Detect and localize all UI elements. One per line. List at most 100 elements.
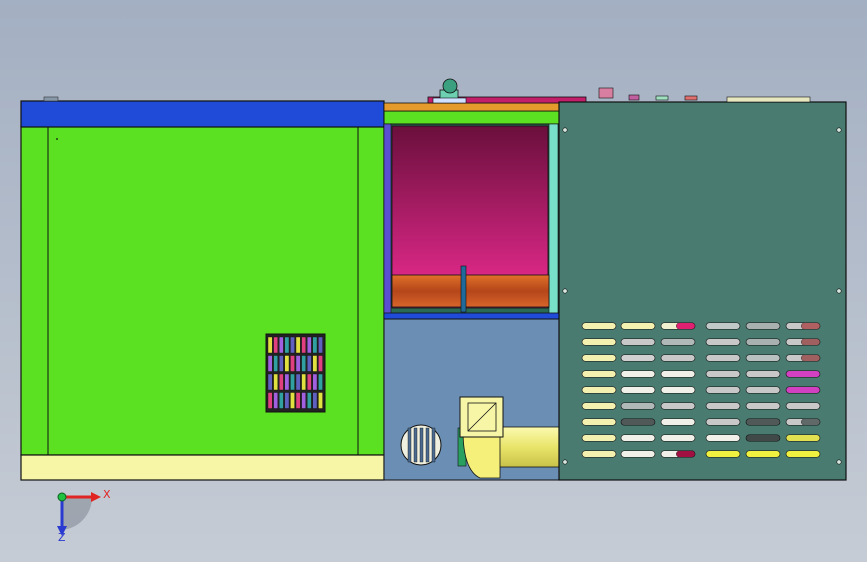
terminal-strip: [267, 392, 273, 409]
vent-slot: [620, 434, 656, 442]
vent-slot-accent: [801, 338, 821, 346]
terminal-strip: [279, 392, 284, 409]
vent-slot: [620, 418, 656, 426]
vent-slot: [581, 354, 617, 362]
small-marker-dot: [56, 138, 58, 140]
vent-slot-accent: [801, 322, 821, 330]
terminal-strip: [312, 392, 318, 409]
vent-slot: [581, 418, 617, 426]
right-top-fitting-1: [598, 87, 614, 99]
terminal-strip: [290, 373, 295, 391]
terminal-strip: [318, 355, 323, 372]
vent-slot-accent: [676, 322, 696, 330]
vent-slot: [620, 370, 656, 378]
triad-x-label: X: [103, 488, 111, 501]
right-panel[interactable]: [558, 87, 847, 481]
top-fitting-base: [432, 97, 467, 104]
terminal-strip: [284, 373, 290, 391]
vent-slot: [745, 354, 781, 362]
vent-slot: [745, 386, 781, 394]
vent-slot: [785, 370, 821, 378]
vent-slot: [745, 418, 781, 426]
panel-screw: [836, 288, 842, 294]
grille-bar: [413, 427, 418, 463]
vent-slot: [660, 370, 696, 378]
terminal-strip: [301, 392, 307, 409]
terminal-strip: [307, 355, 312, 372]
vent-slot: [660, 418, 696, 426]
vent-slot: [620, 354, 656, 362]
top-bar-clip: [43, 96, 59, 102]
terminal-strip: [273, 336, 279, 354]
vent-slot: [705, 450, 741, 458]
terminal-strip: [284, 355, 290, 372]
terminal-strip: [284, 392, 290, 409]
terminal-strip: [273, 355, 279, 372]
terminal-strip: [295, 392, 301, 409]
vent-slot: [745, 370, 781, 378]
terminal-strip: [267, 336, 273, 354]
terminal-strip: [301, 373, 307, 391]
grille-bar: [425, 427, 430, 463]
vent-slot: [660, 434, 696, 442]
vent-slot-accent: [676, 450, 696, 458]
top-rail-orange: [383, 102, 561, 112]
vent-slot: [581, 322, 617, 330]
vent-slot: [660, 402, 696, 410]
terminal-strip: [312, 336, 318, 354]
terminal-strip: [290, 355, 295, 372]
terminal-strip: [307, 373, 312, 391]
chamber-side-right: [548, 123, 559, 317]
vent-slot: [785, 450, 821, 458]
chamber-side-left: [383, 123, 392, 317]
terminal-strip: [307, 392, 312, 409]
terminal-strip: [273, 373, 279, 391]
right-top-fitting-3: [655, 95, 669, 101]
chamber-section[interactable]: [383, 78, 587, 320]
vent-slot: [660, 338, 696, 346]
panel-screw: [836, 127, 842, 133]
vent-slot: [785, 386, 821, 394]
terminal-strip: [279, 336, 284, 354]
vent-slot: [705, 418, 741, 426]
vent-slot: [705, 338, 741, 346]
terminal-strip: [318, 336, 323, 354]
left-cabinet[interactable]: [20, 96, 385, 481]
right-top-strip: [726, 96, 811, 103]
vent-slot: [705, 322, 741, 330]
vent-slot: [660, 386, 696, 394]
vent-slot: [785, 434, 821, 442]
vent-slot: [581, 434, 617, 442]
terminal-strip: [312, 355, 318, 372]
cad-viewport[interactable]: X Z: [0, 0, 867, 562]
vent-slot: [620, 322, 656, 330]
heater-tube: [391, 274, 550, 308]
vent-slot: [745, 450, 781, 458]
vent-slot: [745, 338, 781, 346]
terminal-strip: [295, 373, 301, 391]
vent-slot: [745, 434, 781, 442]
vent-slot: [581, 450, 617, 458]
terminal-strip: [312, 373, 318, 391]
right-top-fitting-2: [628, 94, 640, 101]
blower-outlet-duct: [496, 426, 560, 468]
terminal-strip: [295, 336, 301, 354]
terminal-block[interactable]: [265, 333, 326, 413]
panel-screw: [562, 127, 568, 133]
terminal-strip: [295, 355, 301, 372]
terminal-strip: [267, 355, 273, 372]
triad-z-label: Z: [58, 531, 66, 544]
terminal-strip: [290, 336, 295, 354]
grille-bar: [431, 427, 436, 463]
vent-slot: [745, 322, 781, 330]
vent-slot: [581, 370, 617, 378]
panel-screw: [562, 459, 568, 465]
triad-x-arrow: [91, 492, 101, 502]
vent-slot: [745, 402, 781, 410]
orientation-triad[interactable]: X Z: [57, 488, 111, 544]
terminal-strip: [284, 336, 290, 354]
vent-slot-accent: [801, 354, 821, 362]
blower-section[interactable]: [383, 318, 561, 481]
left-cabinet-top-bar: [20, 100, 385, 128]
grille-bar: [407, 427, 412, 463]
